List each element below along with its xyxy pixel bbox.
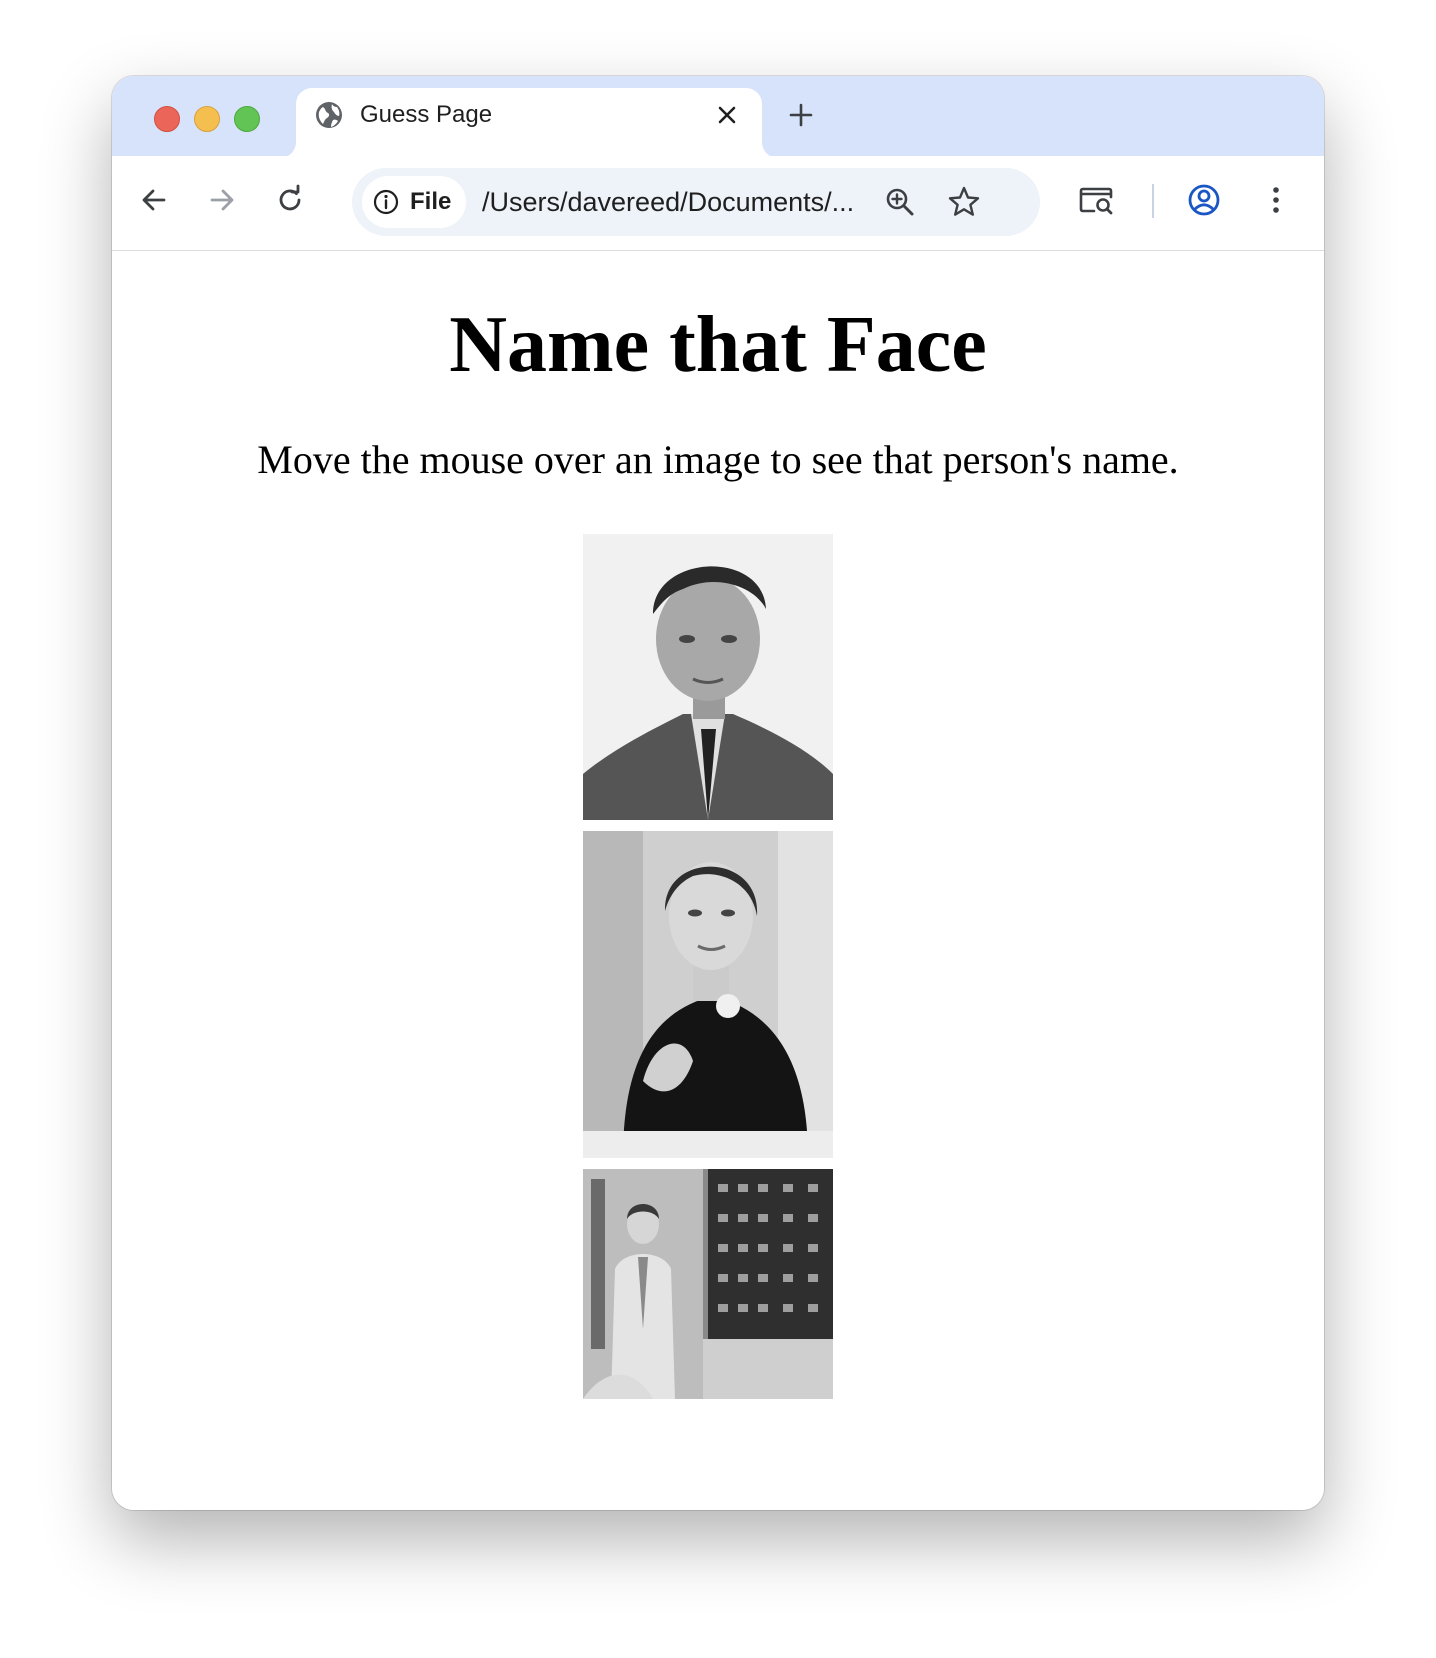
tab-guess-page[interactable]: Guess Page <box>296 88 762 158</box>
portrait-image-3[interactable] <box>583 1169 833 1399</box>
bookmark-star-icon[interactable] <box>946 184 982 220</box>
search-tab-icon[interactable] <box>1076 180 1116 220</box>
portrait-image-2[interactable] <box>583 831 833 1158</box>
more-vertical-icon[interactable] <box>1256 180 1296 220</box>
minimize-window-button[interactable] <box>194 106 220 132</box>
new-tab-icon[interactable] <box>786 100 816 130</box>
toolbar-divider <box>1152 184 1154 218</box>
url-text[interactable]: /Users/davereed/Documents/... <box>482 186 854 218</box>
site-info-label: File <box>410 188 452 215</box>
page-content: Name that Face Move the mouse over an im… <box>112 251 1324 1510</box>
portrait-image-1[interactable] <box>583 534 833 820</box>
browser-window: Guess Page File /Users/davereed/Document… <box>112 76 1324 1510</box>
maximize-window-button[interactable] <box>234 106 260 132</box>
tab-title: Guess Page <box>360 101 493 128</box>
page-heading: Name that Face <box>449 301 987 389</box>
zoom-icon[interactable] <box>882 184 918 220</box>
tab-close-icon[interactable] <box>714 102 740 128</box>
address-bar[interactable]: File /Users/davereed/Documents/... <box>352 168 1040 236</box>
globe-icon <box>316 102 342 128</box>
instructions-text: Move the mouse over an image to see that… <box>257 437 1179 482</box>
profile-icon[interactable] <box>1184 180 1224 220</box>
tab-strip: Guess Page <box>112 76 1324 158</box>
browser-toolbar: File /Users/davereed/Documents/... <box>112 156 1324 251</box>
reload-icon[interactable] <box>272 182 308 218</box>
back-arrow-icon[interactable] <box>136 182 172 218</box>
site-info-chip[interactable]: File <box>362 176 466 228</box>
close-window-button[interactable] <box>154 106 180 132</box>
info-icon <box>373 189 399 215</box>
forward-arrow-icon[interactable] <box>204 182 240 218</box>
